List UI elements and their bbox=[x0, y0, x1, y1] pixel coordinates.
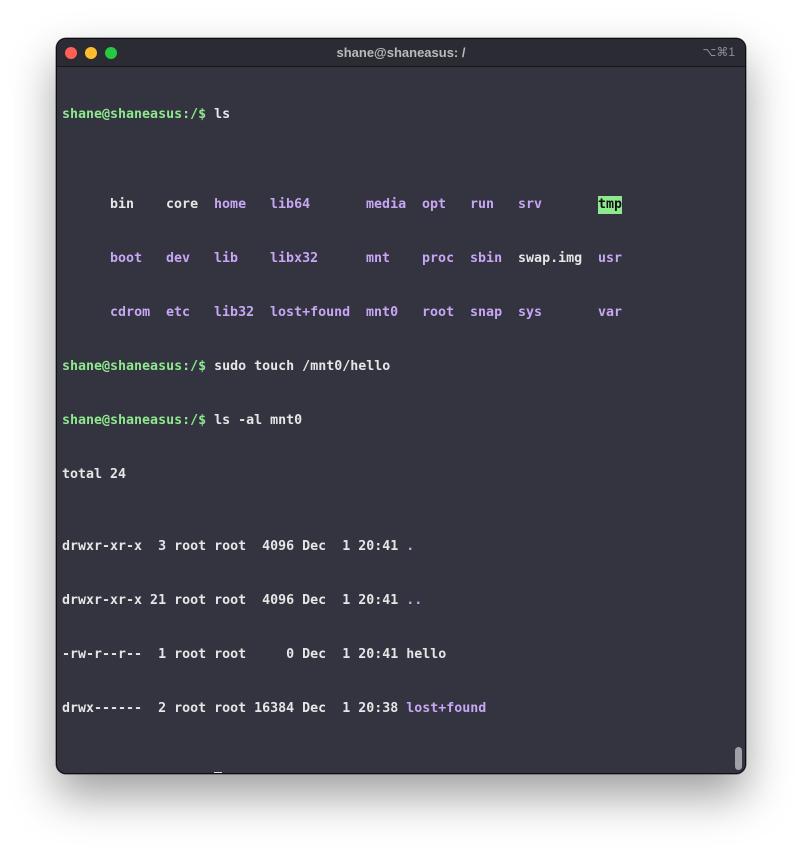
symlink-entry: libx32 bbox=[270, 251, 319, 266]
directory-entry: lib64 bbox=[270, 197, 311, 212]
command-line: shane@shaneasus:/$ ls bbox=[62, 106, 622, 124]
directory-entry: home bbox=[214, 197, 247, 212]
file-entry: swap.img bbox=[518, 251, 583, 266]
ls-output-row: boot dev lib libx32 mnt proc sbin swap.img usr bbox=[62, 232, 622, 266]
directory-entry: media bbox=[366, 197, 407, 212]
directory-entry: mnt bbox=[366, 251, 391, 266]
listing-row: drwx------ 2 root root 16384 Dec 1 20:38… bbox=[62, 700, 622, 718]
directory-entry: run bbox=[470, 197, 495, 212]
window-shortcut: ⌥⌘1 bbox=[702, 45, 735, 59]
ls-output-row: cdrom etc lib32 lost+found mnt0 root snap sys va… bbox=[62, 286, 622, 320]
listing-meta: drwxr-xr-x 21 root root 4096 Dec 1 20:41 bbox=[62, 593, 407, 608]
file-entry: core bbox=[166, 197, 199, 212]
directory-entry: root bbox=[422, 305, 455, 320]
listing-name: . bbox=[406, 539, 415, 554]
prompt: shane@shaneasus:/$ bbox=[62, 413, 207, 428]
directory-entry: etc bbox=[166, 305, 191, 320]
symlink-entry: lib bbox=[214, 251, 239, 266]
listing-meta: -rw-r--r-- 1 root root 0 Dec 1 20:41 bbox=[62, 647, 407, 662]
prompt: shane@shaneasus:/$ bbox=[62, 107, 207, 122]
directory-entry: opt bbox=[422, 197, 447, 212]
command-line: shane@shaneasus:/$ sudo touch /mnt0/hell… bbox=[62, 358, 622, 376]
command-text: ls bbox=[214, 107, 231, 122]
listing-name: hello bbox=[406, 647, 447, 662]
listing-name: .. bbox=[406, 593, 423, 608]
listing-row: drwxr-xr-x 3 root root 4096 Dec 1 20:41 … bbox=[62, 538, 622, 556]
directory-entry: sys bbox=[518, 305, 543, 320]
sticky-directory-entry: tmp bbox=[598, 196, 623, 214]
listing-meta: drwx------ 2 root root 16384 Dec 1 20:38 bbox=[62, 701, 407, 716]
command-text: ls -al mnt0 bbox=[214, 413, 303, 428]
command-text: sudo touch /mnt0/hello bbox=[214, 359, 391, 374]
terminal-window: shane@shaneasus: / ⌥⌘1 shane@shaneasus:/… bbox=[56, 38, 746, 774]
directory-entry: snap bbox=[470, 305, 503, 320]
directory-entry: srv bbox=[518, 197, 543, 212]
directory-entry: usr bbox=[598, 251, 623, 266]
title-bar: shane@shaneasus: / ⌥⌘1 bbox=[57, 39, 745, 67]
listing-name: lost+found bbox=[406, 701, 487, 716]
active-command-line[interactable]: shane@shaneasus:/$ bbox=[62, 772, 622, 774]
directory-entry: mnt0 bbox=[366, 305, 399, 320]
terminal-output[interactable]: shane@shaneasus:/$ ls bin core home lib64 me… bbox=[62, 70, 623, 774]
listing-meta: drwxr-xr-x 3 root root 4096 Dec 1 20:41 bbox=[62, 539, 407, 554]
total-line: total 24 bbox=[62, 467, 127, 482]
listing-row: -rw-r--r-- 1 root root 0 Dec 1 20:41 hel… bbox=[62, 646, 622, 664]
directory-entry: cdrom bbox=[110, 305, 151, 320]
directory-entry: boot bbox=[110, 251, 143, 266]
listing-row: drwxr-xr-x 21 root root 4096 Dec 1 20:41… bbox=[62, 592, 622, 610]
symlink-entry: lib32 bbox=[214, 305, 255, 320]
directory-entry: lost+found bbox=[270, 305, 351, 320]
prompt: shane@shaneasus:/$ bbox=[62, 359, 207, 374]
prompt: shane@shaneasus:/$ bbox=[62, 773, 206, 774]
command-line: shane@shaneasus:/$ ls -al mnt0 bbox=[62, 412, 622, 430]
directory-entry: proc bbox=[422, 251, 455, 266]
directory-entry: dev bbox=[166, 251, 191, 266]
text-cursor bbox=[214, 772, 223, 773]
directory-entry: bin bbox=[110, 197, 135, 212]
symlink-entry: sbin bbox=[470, 251, 503, 266]
scrollbar-thumb[interactable] bbox=[735, 747, 742, 770]
directory-entry: var bbox=[598, 305, 623, 320]
ls-output-row: bin core home lib64 media opt run srv tmp bbox=[62, 178, 623, 214]
window-title: shane@shaneasus: / bbox=[336, 45, 466, 60]
